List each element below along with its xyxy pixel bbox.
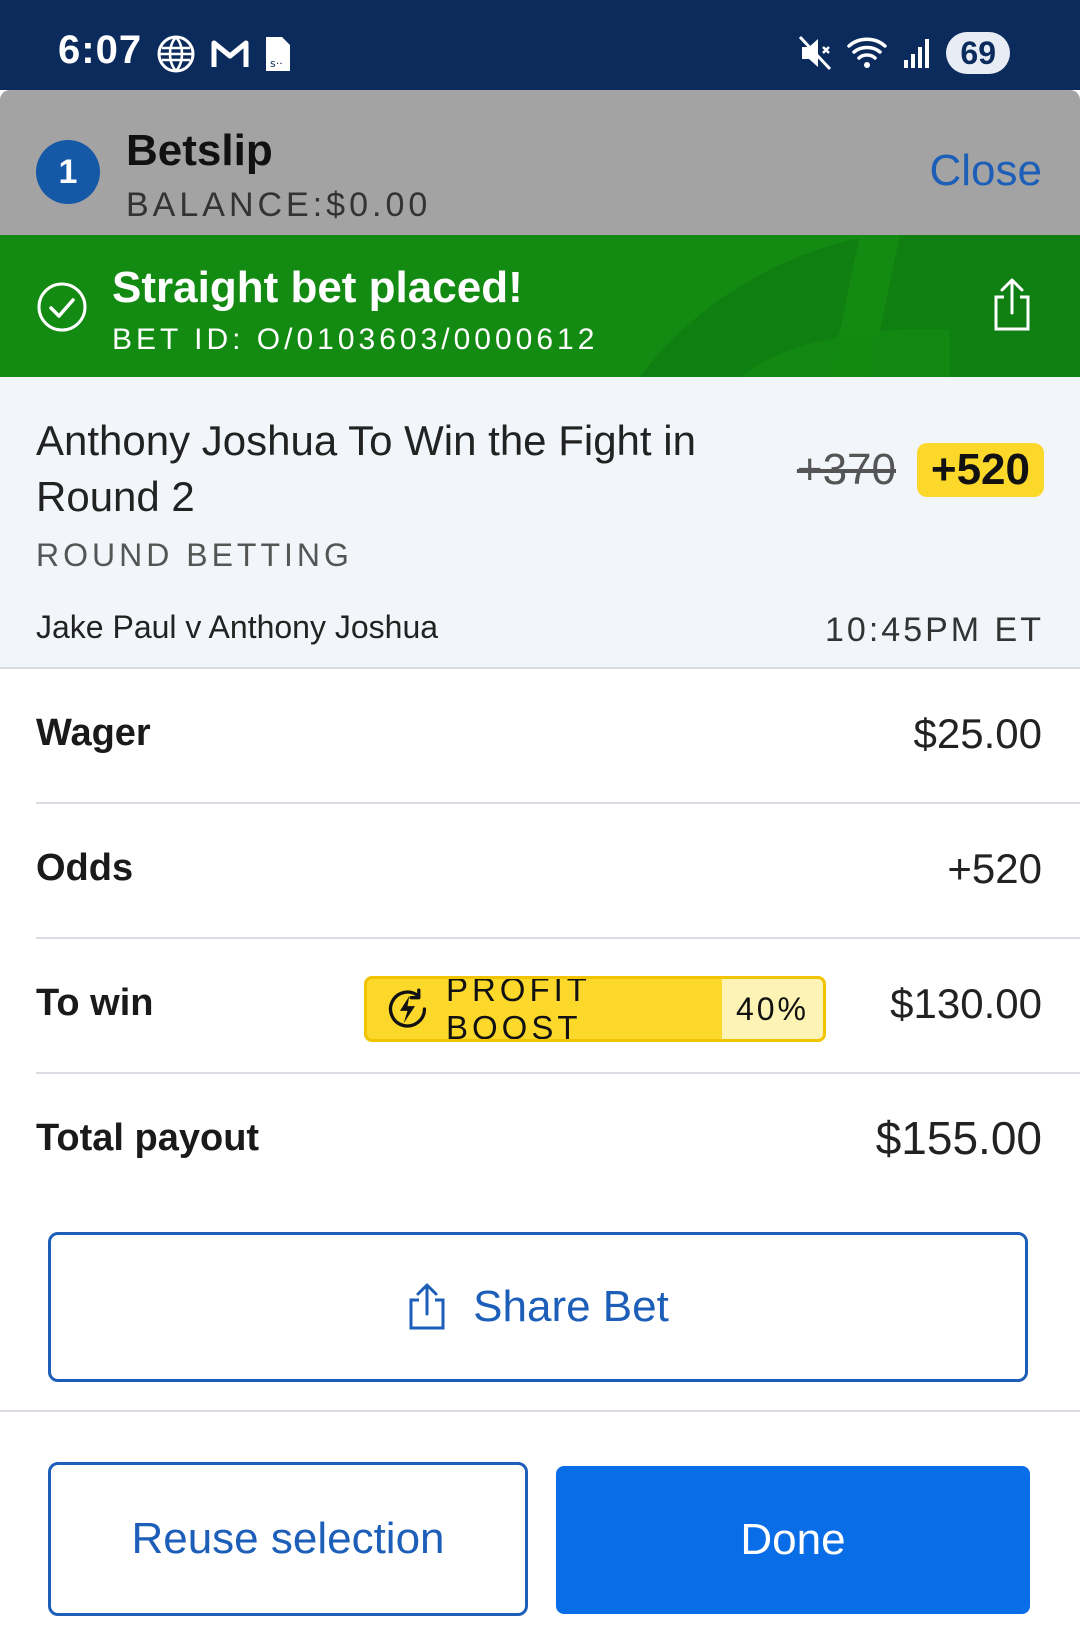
bet-id: BET ID: O/0103603/0000612 [112,323,599,356]
notification-icons: s·· [156,34,292,74]
profit-boost-badge: PROFIT BOOST 40% [364,976,826,1042]
betslip-header: 1 Betslip BALANCE:$0.00 Close [0,90,1080,235]
divider [0,1410,1080,1412]
selection-card: Anthony Joshua To Win the Fight in Round… [0,377,1080,669]
odds-row: Odds +520 [36,803,1080,937]
status-bar: 6:07 s·· 69 [0,0,1080,90]
balance-text: BALANCE:$0.00 [126,186,432,224]
globe-icon [157,35,195,73]
to-win-label: To win [36,982,154,1024]
market-name: ROUND BETTING [36,537,353,573]
original-odds: +370 [796,445,896,494]
signal-icon [904,39,930,68]
bet-placed-title: Straight bet placed! [112,263,523,312]
boost-icon [388,988,427,1028]
to-win-row: To win PROFIT BOOST 40% $130.00 [36,938,1080,1072]
mute-icon [799,35,832,71]
done-button[interactable]: Done [556,1466,1030,1614]
event-time: 10:45PM ET [825,611,1044,649]
bet-placed-banner: Straight bet placed! BET ID: O/0103603/0… [0,235,1080,377]
wifi-icon [847,37,888,68]
share-icon [409,1283,445,1330]
wager-label: Wager [36,712,151,754]
close-button[interactable]: Close [930,146,1043,196]
share-icon[interactable] [990,277,1034,333]
boosted-odds: +520 [916,443,1044,497]
profit-boost-percent: 40% [721,979,823,1039]
odds-value: +520 [947,845,1042,892]
total-payout-value: $155.00 [875,1112,1042,1164]
profit-boost-label: PROFIT BOOST [445,976,591,1042]
svg-text:s··: s·· [270,57,283,70]
sheet-icon: s·· [266,37,290,71]
total-payout-row: Total payout $155.00 [36,1073,1080,1207]
selection-count-badge: 1 [36,140,100,204]
battery-indicator: 69 [946,32,1010,74]
gmail-icon [211,40,249,67]
share-bet-button[interactable]: Share Bet [48,1232,1028,1382]
share-bet-label: Share Bet [473,1282,669,1331]
odds-label: Odds [36,847,134,889]
wager-row: Wager $25.00 [36,668,1080,802]
selection-title: Anthony Joshua To Win the Fight in Round… [36,417,696,520]
wager-value: $25.00 [913,710,1042,757]
to-win-value: $130.00 [890,980,1042,1027]
status-time: 6:07 [58,28,143,72]
total-payout-label: Total payout [36,1117,260,1159]
reuse-selection-button[interactable]: Reuse selection [48,1462,528,1616]
status-right: 69 [798,32,1010,74]
page-title: Betslip [126,126,273,175]
event-name: Jake Paul v Anthony Joshua [36,609,439,645]
check-circle-icon [37,282,87,332]
